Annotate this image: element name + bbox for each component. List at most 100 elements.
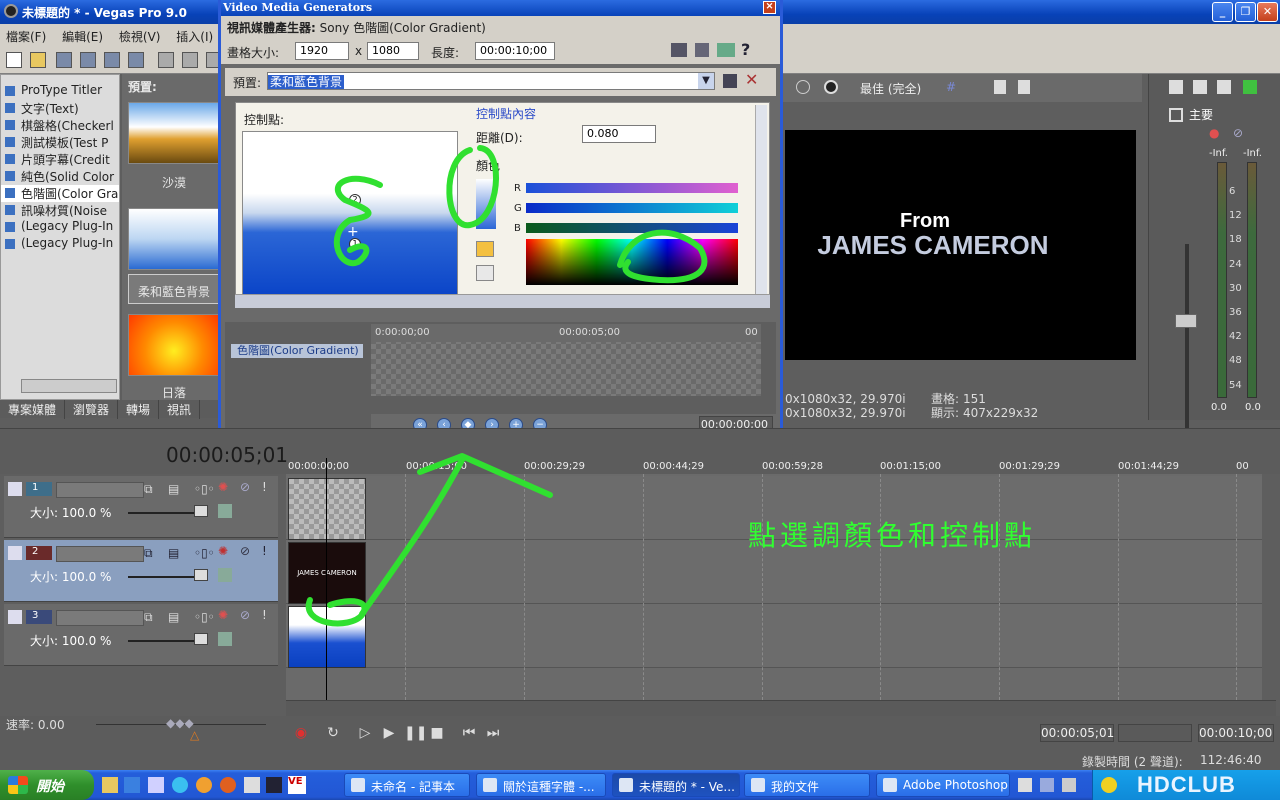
track-expand-icon[interactable] bbox=[8, 482, 22, 496]
explorer-scrollbar[interactable] bbox=[21, 379, 117, 393]
track-expand-icon[interactable] bbox=[8, 546, 22, 560]
stop-icon[interactable]: ■ bbox=[428, 724, 446, 742]
control-points-editor[interactable]: 2 1 + bbox=[242, 131, 458, 295]
copy-snapshot-icon[interactable] bbox=[994, 80, 1006, 94]
task-photoshop[interactable]: Adobe Photoshop bbox=[876, 773, 1010, 797]
tab-video-fx[interactable]: 視訊 bbox=[159, 400, 201, 419]
vegas-quicklaunch-icon[interactable]: VE bbox=[288, 776, 306, 794]
tray-icon[interactable] bbox=[1062, 778, 1076, 792]
mixer-downmix-icon[interactable] bbox=[1193, 80, 1207, 94]
firefox-icon[interactable] bbox=[220, 777, 236, 793]
split-icon[interactable] bbox=[796, 80, 810, 94]
chevron-down-icon[interactable]: ▼ bbox=[698, 73, 714, 89]
start-button[interactable]: 開始 bbox=[0, 770, 94, 800]
track-compositing-icon[interactable]: ▤ bbox=[168, 482, 179, 496]
generator-item[interactable]: (Legacy Plug-In bbox=[1, 236, 119, 253]
quicklaunch-icon[interactable] bbox=[124, 777, 140, 793]
track-motion-icon[interactable]: ⧉ bbox=[144, 610, 153, 625]
go-to-end-icon[interactable]: ⏭ bbox=[484, 724, 502, 742]
master-mute-icon[interactable]: ⊘ bbox=[1233, 126, 1243, 140]
channel-r-slider[interactable] bbox=[526, 183, 738, 193]
generator-item[interactable]: (Legacy Plug-In bbox=[1, 219, 119, 236]
save-preset-icon[interactable] bbox=[723, 74, 737, 88]
render-icon[interactable] bbox=[104, 52, 120, 68]
track-fx-icon[interactable]: ◦▯◦ bbox=[194, 482, 215, 496]
ie-icon[interactable] bbox=[172, 777, 188, 793]
track-name-field[interactable] bbox=[56, 610, 144, 626]
track-settings-icon[interactable]: ✺ bbox=[218, 544, 228, 558]
track-level-slider[interactable] bbox=[128, 576, 198, 578]
keyboard-icon[interactable] bbox=[1018, 778, 1032, 792]
track-compositing-icon[interactable]: ▤ bbox=[168, 610, 179, 624]
menu-edit[interactable]: 編輯(E) bbox=[62, 30, 103, 44]
track-level-thumb[interactable] bbox=[194, 569, 208, 581]
close-button[interactable]: ✕ bbox=[1257, 2, 1278, 22]
grid-icon[interactable]: # bbox=[946, 80, 956, 94]
menu-view[interactable]: 檢視(V) bbox=[119, 30, 161, 44]
preset-thumb-sunset[interactable] bbox=[128, 314, 220, 376]
track-composite-mode-icon[interactable] bbox=[218, 568, 232, 582]
play-icon[interactable]: ▶ bbox=[380, 724, 398, 742]
generator-item[interactable]: 訊噪材質(Noise bbox=[1, 202, 119, 219]
task-browser[interactable]: 關於這種字體 -... bbox=[476, 773, 606, 797]
color-swatch[interactable] bbox=[476, 179, 496, 229]
track-composite-mode-icon[interactable] bbox=[218, 632, 232, 646]
go-to-start-icon[interactable]: ⏮ bbox=[460, 724, 478, 742]
eyedropper-icon[interactable] bbox=[476, 265, 494, 281]
track-solo-icon[interactable]: ! bbox=[262, 608, 267, 622]
track-settings-icon[interactable]: ✺ bbox=[218, 608, 228, 622]
master-fader[interactable] bbox=[1175, 314, 1197, 328]
help-icon[interactable]: ? bbox=[741, 40, 750, 59]
tab-explorer[interactable]: 瀏覽器 bbox=[65, 400, 119, 419]
play-from-start-icon[interactable]: ▷ bbox=[356, 724, 374, 742]
preset-dropdown[interactable]: 柔和藍色背景 ▼ bbox=[267, 72, 715, 90]
track-level-thumb[interactable] bbox=[194, 505, 208, 517]
track-header-3[interactable]: 3 ⧉ ▤ ◦▯◦ ✺ ⊘ ! 大小: 100.0 % bbox=[4, 604, 278, 666]
properties-hscrollbar[interactable] bbox=[235, 294, 770, 308]
pause-icon[interactable]: ❚❚ bbox=[404, 724, 427, 742]
preview-quality[interactable]: 最佳 (完全) bbox=[860, 80, 921, 97]
track-solo-icon[interactable]: ! bbox=[262, 544, 267, 558]
generator-item[interactable]: 片頭字幕(Credit bbox=[1, 151, 119, 168]
track-expand-icon[interactable] bbox=[8, 610, 22, 624]
properties-icon[interactable] bbox=[128, 52, 144, 68]
maximize-button[interactable]: ❐ bbox=[1235, 2, 1256, 22]
track-level-thumb[interactable] bbox=[194, 633, 208, 645]
menu-insert[interactable]: 插入(I) bbox=[176, 30, 213, 44]
plugin-chain-icon[interactable] bbox=[695, 43, 709, 57]
color-spectrum[interactable] bbox=[526, 239, 738, 285]
control-point-2[interactable]: 2 bbox=[349, 194, 361, 206]
task-vegas[interactable]: 未標題的 * - Ve... bbox=[612, 773, 740, 797]
timeline-hscrollbar[interactable] bbox=[286, 700, 1276, 716]
copy-icon[interactable] bbox=[182, 52, 198, 68]
generator-item[interactable]: ProType Titler bbox=[1, 83, 119, 100]
track-name-field[interactable] bbox=[56, 546, 144, 562]
mixer-dim-icon[interactable] bbox=[1217, 80, 1231, 94]
cut-icon[interactable] bbox=[158, 52, 174, 68]
save-snapshot-icon[interactable] bbox=[1018, 80, 1030, 94]
quicklaunch-icon[interactable] bbox=[148, 777, 164, 793]
tab-transitions[interactable]: 轉場 bbox=[118, 400, 160, 419]
timeline-ruler[interactable]: 00:00:00;00 00:00:15;00 00:00:29;29 00:0… bbox=[286, 459, 1262, 475]
track-compositing-icon[interactable]: ▤ bbox=[168, 546, 179, 560]
delete-preset-icon[interactable]: ✕ bbox=[745, 70, 758, 89]
master-fx-icon[interactable]: ● bbox=[1209, 126, 1219, 140]
preset-thumb-soft-blue[interactable] bbox=[128, 208, 220, 270]
generator-item[interactable]: 測試模板(Test P bbox=[1, 134, 119, 151]
track-header-2[interactable]: 2 ⧉ ▤ ◦▯◦ ✺ ⊘ ! 大小: 100.0 % bbox=[4, 540, 278, 602]
track-mute-icon[interactable]: ⊘ bbox=[240, 608, 250, 622]
task-my-documents[interactable]: 我的文件 bbox=[744, 773, 870, 797]
track-lane-3[interactable] bbox=[286, 604, 1262, 668]
track-motion-icon[interactable]: ⧉ bbox=[144, 482, 153, 497]
timeline-tracks[interactable]: JAMES CAMERON bbox=[286, 474, 1262, 700]
track-fx-icon[interactable]: ◦▯◦ bbox=[194, 546, 215, 560]
track-fx-icon[interactable]: ◦▯◦ bbox=[194, 610, 215, 624]
menu-file[interactable]: 檔案(F) bbox=[6, 30, 46, 44]
clip-track-2[interactable]: JAMES CAMERON bbox=[288, 542, 366, 604]
task-notepad[interactable]: 未命名 - 記事本 bbox=[344, 773, 470, 797]
playhead[interactable] bbox=[326, 458, 327, 700]
chrome-icon[interactable] bbox=[196, 777, 212, 793]
track-settings-icon[interactable]: ✺ bbox=[218, 480, 228, 494]
channel-g-slider[interactable] bbox=[526, 203, 738, 213]
preset-thumb-desert[interactable] bbox=[128, 102, 220, 164]
